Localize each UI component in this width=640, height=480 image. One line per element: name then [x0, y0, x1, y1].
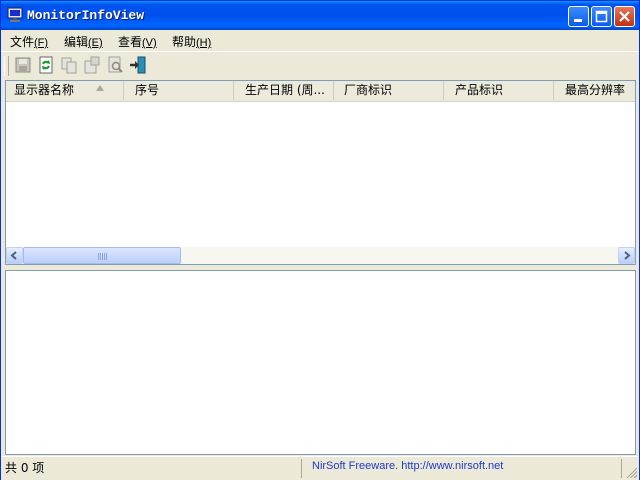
column-header-product-id[interactable]: 产品标识	[444, 81, 554, 100]
monitor-list[interactable]: 显示器名称 序号 生产日期 (周... 厂商标识 产品标识 最高分辨率	[5, 80, 636, 265]
find-icon[interactable]	[106, 56, 124, 74]
maximize-icon	[595, 10, 608, 23]
close-icon	[619, 11, 630, 22]
exit-icon[interactable]	[129, 56, 147, 74]
sort-ascending-icon	[96, 85, 104, 91]
nirsoft-link[interactable]: NirSoft Freeware. http://www.nirsoft.net	[312, 460, 503, 472]
minimize-icon	[574, 19, 582, 22]
minimize-button[interactable]	[568, 6, 589, 27]
menu-view[interactable]: 查看(V)	[118, 33, 157, 50]
column-header-monitor-name[interactable]: 显示器名称	[6, 81, 124, 100]
menu-bar: 文件(F) 编辑(E) 查看(V) 帮助(H)	[1, 30, 639, 51]
close-button[interactable]	[614, 6, 635, 27]
status-bar: 共 0 项 NirSoft Freeware. http://www.nirso…	[1, 456, 639, 480]
copy-icon[interactable]	[60, 56, 78, 74]
column-header-manufacture-date[interactable]: 生产日期 (周...	[234, 81, 334, 100]
column-header-serial[interactable]: 序号	[124, 81, 234, 100]
toolbar-grip[interactable]	[4, 56, 9, 76]
horizontal-scrollbar[interactable]	[6, 247, 635, 264]
properties-icon[interactable]	[83, 56, 101, 74]
toolbar	[1, 51, 639, 80]
thumb-grip-icon	[98, 253, 107, 260]
chevron-right-icon	[624, 251, 631, 260]
save-icon[interactable]	[14, 56, 32, 74]
window-title: MonitorInfoView	[27, 8, 145, 23]
detail-pane[interactable]	[5, 270, 636, 455]
app-window: MonitorInfoView 文件(F) 编辑(E) 查看(V) 帮助(H)	[0, 0, 640, 480]
column-header-max-resolution[interactable]: 最高分辨率	[554, 81, 635, 100]
scroll-thumb[interactable]	[23, 247, 181, 264]
scroll-left-button[interactable]	[6, 247, 23, 264]
list-header: 显示器名称 序号 生产日期 (周... 厂商标识 产品标识 最高分辨率	[6, 81, 635, 102]
title-bar[interactable]: MonitorInfoView	[1, 1, 639, 30]
resize-grip-icon[interactable]	[625, 466, 637, 478]
menu-edit[interactable]: 编辑(E)	[64, 33, 103, 50]
menu-help[interactable]: 帮助(H)	[172, 33, 211, 50]
monitor-app-icon[interactable]	[7, 7, 23, 23]
maximize-button[interactable]	[591, 6, 612, 27]
chevron-left-icon	[10, 251, 17, 260]
status-divider-right	[621, 459, 622, 478]
status-divider	[301, 459, 302, 478]
item-count: 共 0 项	[5, 461, 45, 475]
refresh-icon[interactable]	[37, 56, 55, 74]
menu-file[interactable]: 文件(F)	[10, 33, 48, 50]
column-header-manufacturer-id[interactable]: 厂商标识	[334, 81, 444, 100]
scroll-right-button[interactable]	[618, 247, 635, 264]
